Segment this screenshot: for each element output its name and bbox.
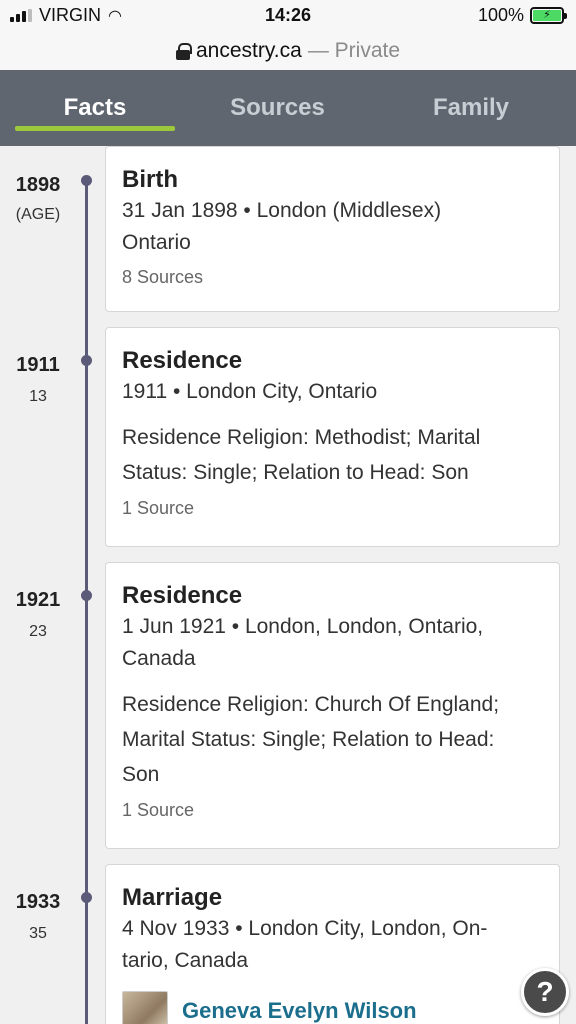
tab-bar: Facts Sources Family <box>0 70 576 146</box>
event-age: 35 <box>29 925 47 942</box>
fact-date-place: 31 Jan 1898 • London (Middlesex) <box>122 199 442 222</box>
fact-description-line: Residence Religion: Methodist; Marital <box>122 426 481 449</box>
battery-icon: ⚡ <box>530 7 567 24</box>
charging-bolt-icon: ⚡ <box>533 10 561 21</box>
event-year: 1898 <box>15 174 61 196</box>
address-bar[interactable]: ancestry.ca — Private <box>0 32 576 70</box>
timeline-dot <box>81 892 92 903</box>
fact-date-place-cont: tario, Canada <box>122 949 249 972</box>
fact-title: Marriage <box>122 884 223 911</box>
event-year: 1921 <box>15 589 61 611</box>
fact-card-birth[interactable]: Birth 31 Jan 1898 • London (Middlesex) O… <box>105 146 560 312</box>
spouse-photo[interactable] <box>122 991 168 1024</box>
timeline-dot <box>81 355 92 366</box>
timeline-dot <box>81 175 92 186</box>
tab-family[interactable]: Family <box>385 70 557 146</box>
facts-timeline: 1898 (AGE) Birth 31 Jan 1898 • London (M… <box>0 146 576 1024</box>
fact-sources-link[interactable]: 1 Source <box>122 494 543 522</box>
fact-description: Residence Religion: Methodist; Marital S… <box>122 420 543 490</box>
fact-date-place: 1 Jun 1921 • London, London, Ontario, <box>122 615 484 638</box>
tab-sources[interactable]: Sources <box>195 70 360 146</box>
fact-sources-link[interactable]: 1 Source <box>122 796 543 824</box>
fact-card-residence-1911[interactable]: Residence 1911 • London City, Ontario Re… <box>105 327 560 547</box>
fact-date-place: 1911 • London City, Ontario <box>122 380 378 403</box>
fact-title: Residence <box>122 582 243 609</box>
fact-title: Residence <box>122 347 243 374</box>
fact-description-line: Status: Single; Relation to Head: Son <box>122 461 469 484</box>
active-tab-indicator <box>15 126 175 131</box>
fact-date-place-cont: Ontario <box>122 231 191 254</box>
fact-description: Residence Religion: Church Of England; M… <box>122 687 543 792</box>
fact-date-place-cont: Canada <box>122 647 196 670</box>
fact-card-residence-1921[interactable]: Residence 1 Jun 1921 • London, London, O… <box>105 562 560 849</box>
tab-facts[interactable]: Facts <box>15 70 175 146</box>
battery-group: 100% ⚡ <box>477 5 567 26</box>
spouse-name-link[interactable]: Geneva Evelyn Wilson <box>182 998 417 1024</box>
private-label: — Private <box>307 39 401 62</box>
event-year: 1911 <box>16 354 60 376</box>
event-age: 23 <box>29 623 47 640</box>
fact-card-marriage[interactable]: Marriage 4 Nov 1933 • London City, Londo… <box>105 864 560 1024</box>
lock-icon <box>175 42 192 60</box>
fact-sources-link[interactable]: 8 Sources <box>122 263 543 291</box>
battery-percent: 100% <box>477 5 524 25</box>
question-mark-icon: ? <box>536 976 554 1007</box>
spouse-row[interactable]: Geneva Evelyn Wilson <box>122 991 543 1024</box>
fact-title: Birth <box>122 166 178 193</box>
fact-description-line: Residence Religion: Church Of England; <box>122 693 500 716</box>
status-bar: VIRGIN ◠ 14:26 100% ⚡ <box>0 0 576 32</box>
fact-description-line: Marital Status: Single; Relation to Head… <box>122 728 495 751</box>
event-age: 13 <box>29 388 47 405</box>
event-year: 1933 <box>15 891 61 913</box>
timeline-dot <box>81 590 92 601</box>
url-domain: ancestry.ca <box>195 39 302 62</box>
fact-date-place: 4 Nov 1933 • London City, London, On- <box>122 917 488 940</box>
fact-description-line: Son <box>122 763 160 786</box>
event-age: (AGE) <box>15 206 61 223</box>
help-button[interactable]: ? <box>521 968 569 1016</box>
